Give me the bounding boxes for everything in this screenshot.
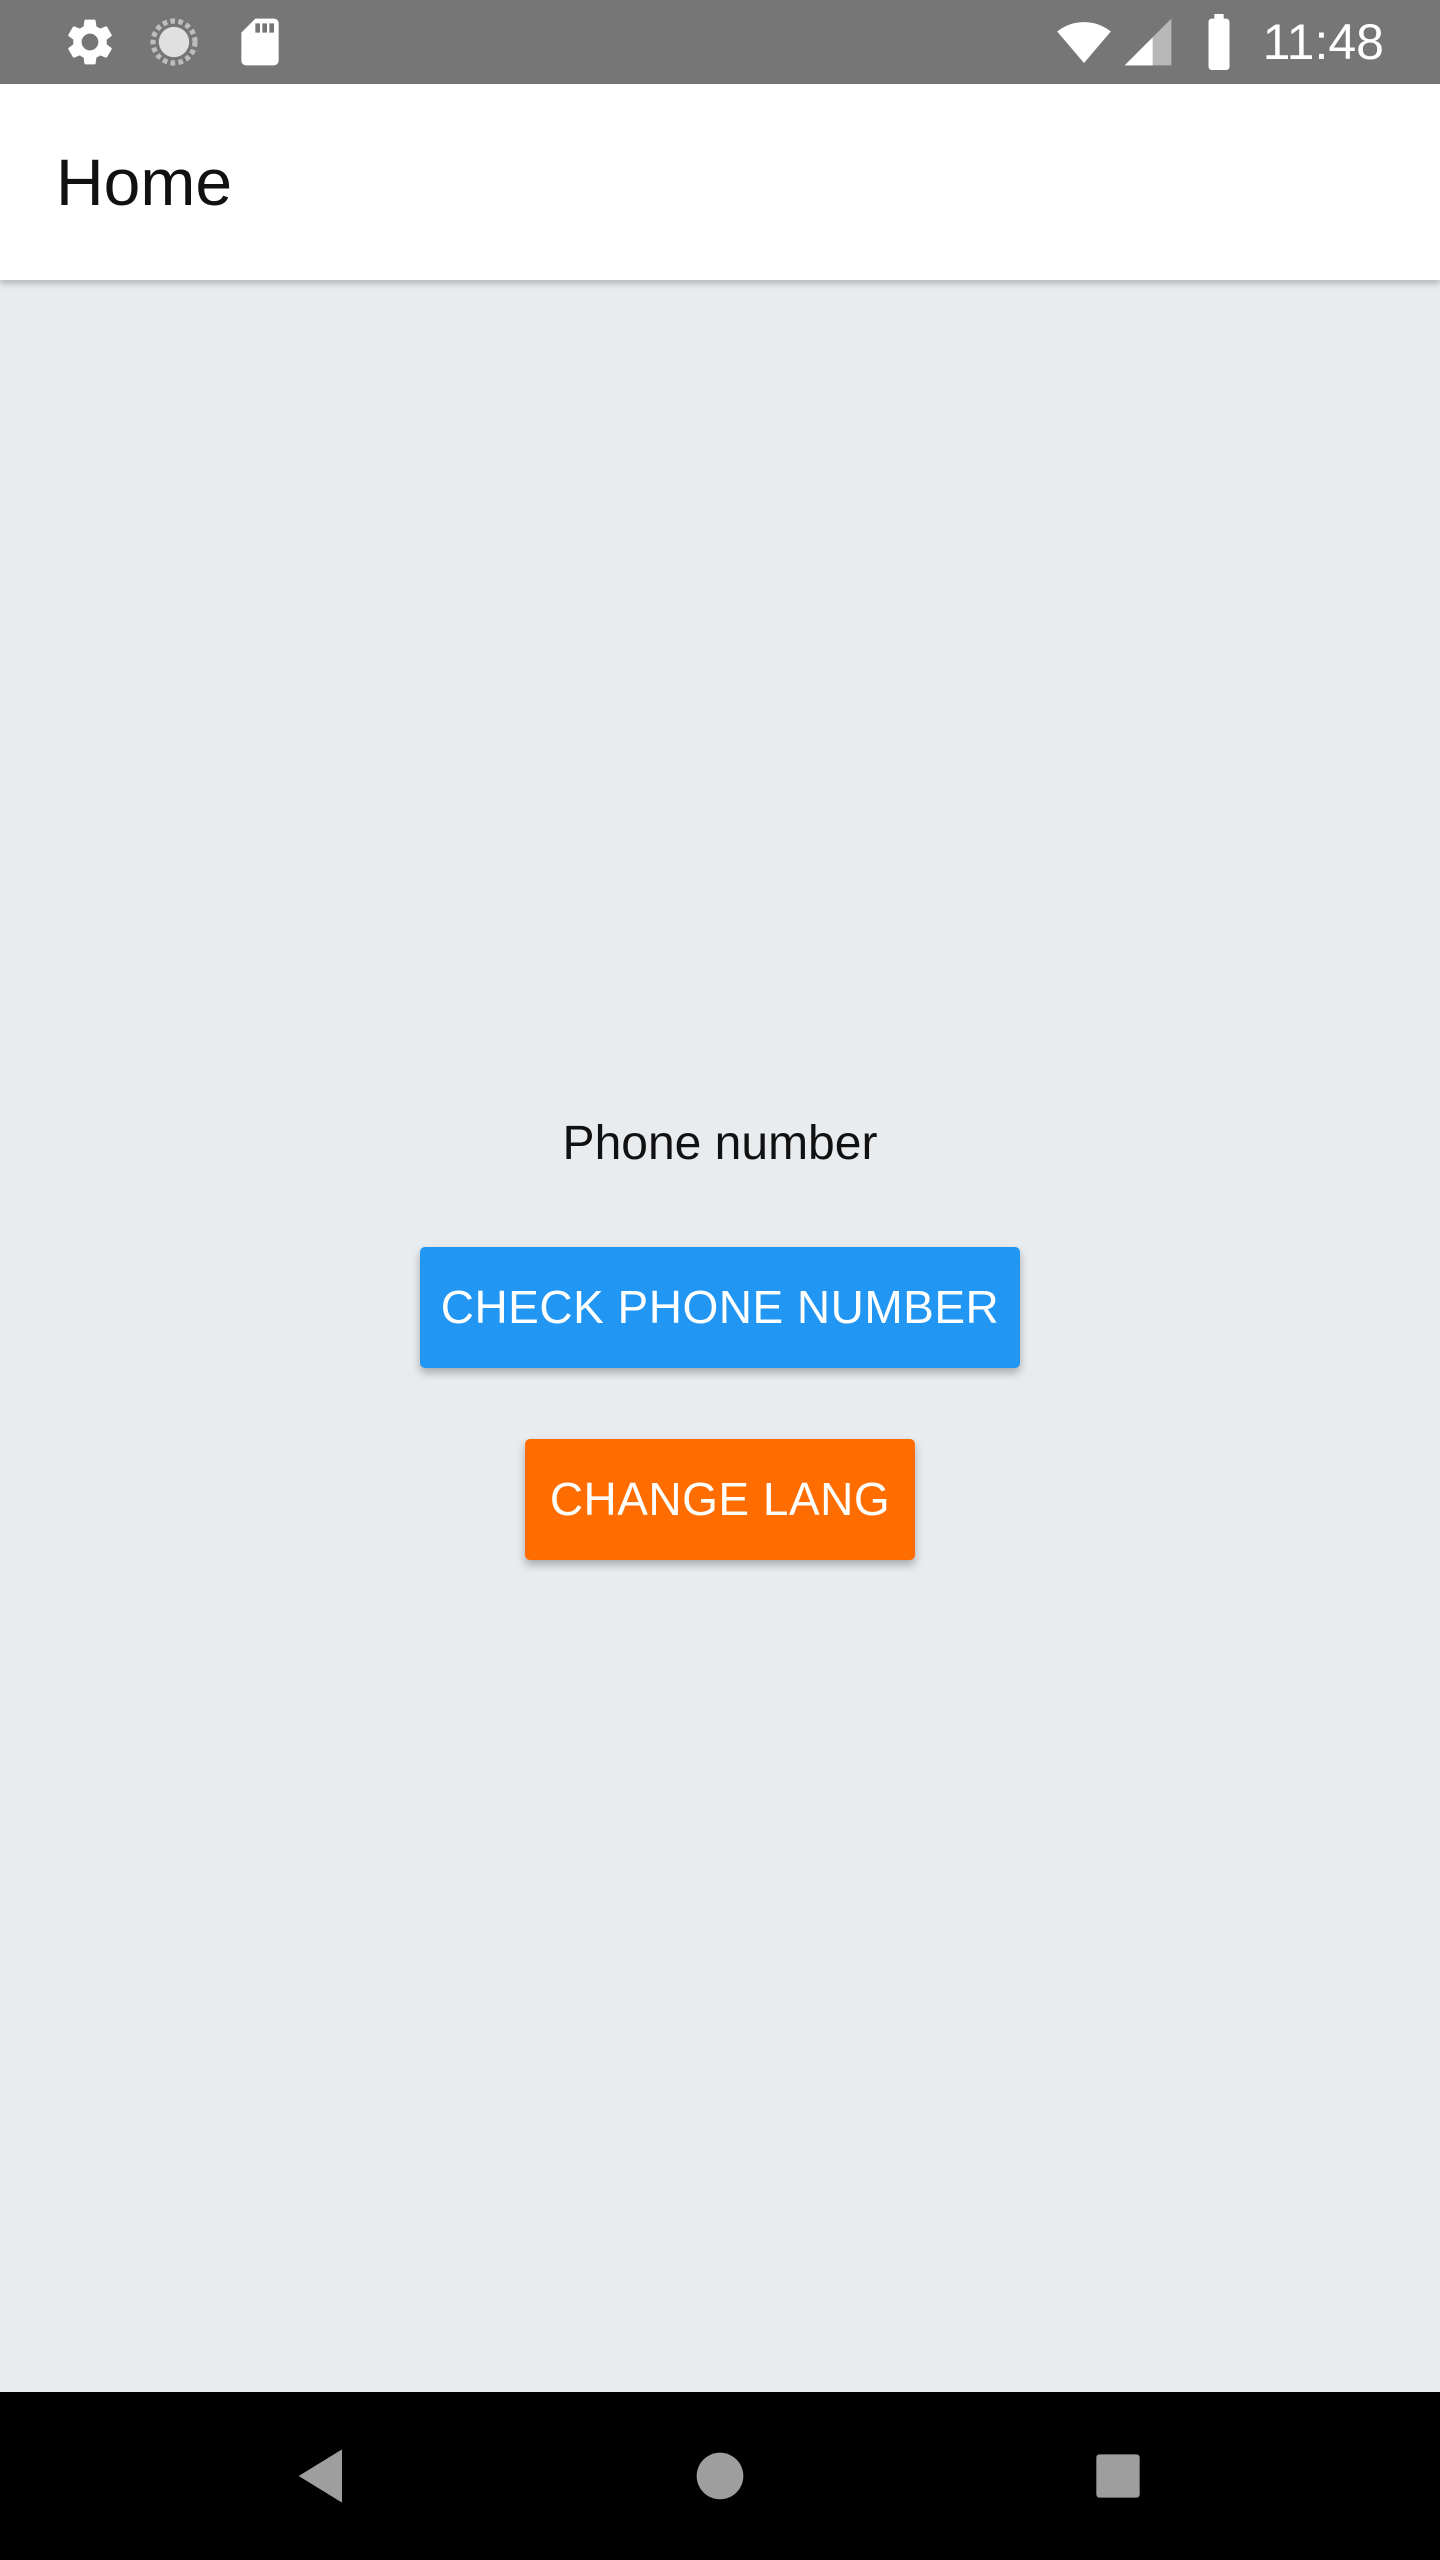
back-icon[interactable] xyxy=(282,2436,362,2516)
navigation-bar xyxy=(0,2392,1440,2560)
phone-number-label: Phone number xyxy=(562,1117,878,1170)
app-bar: Home xyxy=(0,84,1440,280)
recents-icon[interactable] xyxy=(1078,2436,1158,2516)
page-title: Home xyxy=(56,145,233,219)
status-bar: 11:48 xyxy=(0,0,1440,84)
settings-icon xyxy=(62,14,118,70)
signal-icon xyxy=(1120,14,1176,70)
battery-icon xyxy=(1194,14,1244,70)
main-content: Phone number CHECK PHONE NUMBER CHANGE L… xyxy=(0,280,1440,2392)
check-phone-number-button[interactable]: CHECK PHONE NUMBER xyxy=(420,1247,1020,1368)
status-time: 11:48 xyxy=(1262,14,1384,70)
change-lang-button[interactable]: CHANGE LANG xyxy=(525,1439,915,1560)
wifi-icon xyxy=(1052,14,1116,70)
sd-card-icon xyxy=(232,14,288,70)
home-icon[interactable] xyxy=(680,2436,760,2516)
loading-icon xyxy=(146,14,202,70)
